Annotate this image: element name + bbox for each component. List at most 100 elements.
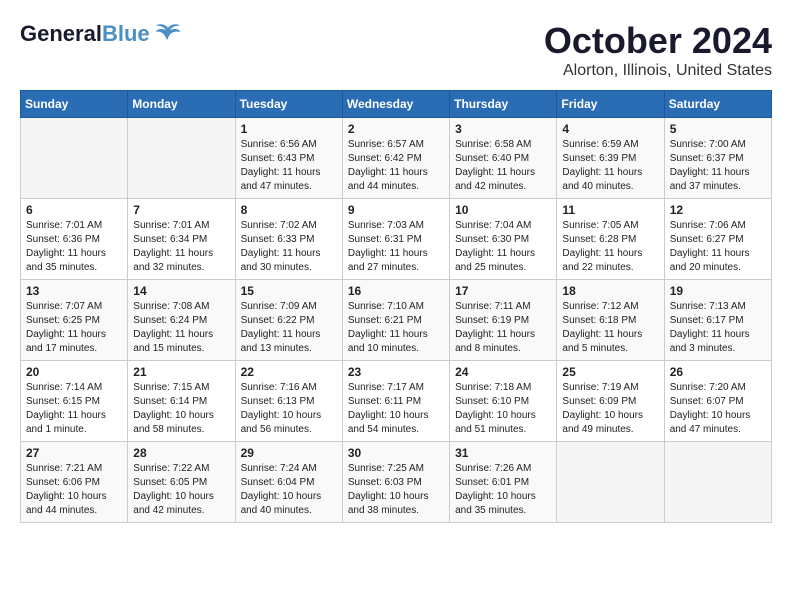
day-info: Sunrise: 7:26 AMSunset: 6:01 PMDaylight:… — [455, 462, 551, 518]
day-number: 31 — [455, 446, 551, 460]
calendar-cell: 27 Sunrise: 7:21 AMSunset: 6:06 PMDayligh… — [21, 442, 128, 523]
day-number: 12 — [670, 203, 766, 217]
calendar-cell: 2 Sunrise: 6:57 AMSunset: 6:42 PMDaylight… — [342, 118, 449, 199]
calendar-cell: 8 Sunrise: 7:02 AMSunset: 6:33 PMDaylight… — [235, 199, 342, 280]
day-number: 11 — [562, 203, 658, 217]
calendar-cell: 9 Sunrise: 7:03 AMSunset: 6:31 PMDaylight… — [342, 199, 449, 280]
day-info: Sunrise: 7:06 AMSunset: 6:27 PMDaylight:… — [670, 219, 766, 275]
day-header-wednesday: Wednesday — [342, 91, 449, 118]
day-header-saturday: Saturday — [664, 91, 771, 118]
day-number: 16 — [348, 284, 444, 298]
day-info: Sunrise: 7:07 AMSunset: 6:25 PMDaylight:… — [26, 300, 122, 356]
day-number: 27 — [26, 446, 122, 460]
calendar-week-row: 27 Sunrise: 7:21 AMSunset: 6:06 PMDayligh… — [21, 442, 772, 523]
day-number: 18 — [562, 284, 658, 298]
month-title: October 2024 — [544, 20, 772, 62]
calendar-week-row: 20 Sunrise: 7:14 AMSunset: 6:15 PMDayligh… — [21, 361, 772, 442]
day-number: 14 — [133, 284, 229, 298]
calendar-table: SundayMondayTuesdayWednesdayThursdayFrid… — [20, 90, 772, 523]
title-area: October 2024 Alorton, Illinois, United S… — [544, 20, 772, 80]
day-number: 9 — [348, 203, 444, 217]
calendar-cell: 3 Sunrise: 6:58 AMSunset: 6:40 PMDaylight… — [450, 118, 557, 199]
calendar-cell: 13 Sunrise: 7:07 AMSunset: 6:25 PMDayligh… — [21, 280, 128, 361]
day-info: Sunrise: 7:14 AMSunset: 6:15 PMDaylight:… — [26, 381, 122, 437]
day-number: 23 — [348, 365, 444, 379]
day-number: 22 — [241, 365, 337, 379]
day-header-tuesday: Tuesday — [235, 91, 342, 118]
day-number: 5 — [670, 122, 766, 136]
logo-blue: Blue — [102, 21, 150, 46]
day-number: 17 — [455, 284, 551, 298]
calendar-cell: 5Sunrise: 7:00 AMSunset: 6:37 PMDaylight… — [664, 118, 771, 199]
day-info: Sunrise: 7:01 AMSunset: 6:34 PMDaylight:… — [133, 219, 229, 275]
day-number: 30 — [348, 446, 444, 460]
calendar-cell: 29Sunrise: 7:24 AMSunset: 6:04 PMDayligh… — [235, 442, 342, 523]
day-number: 15 — [241, 284, 337, 298]
day-number: 10 — [455, 203, 551, 217]
calendar-cell — [557, 442, 664, 523]
calendar-cell: 11Sunrise: 7:05 AMSunset: 6:28 PMDayligh… — [557, 199, 664, 280]
day-info: Sunrise: 7:08 AMSunset: 6:24 PMDaylight:… — [133, 300, 229, 356]
calendar-cell: 15Sunrise: 7:09 AMSunset: 6:22 PMDayligh… — [235, 280, 342, 361]
day-number: 3 — [455, 122, 551, 136]
day-number: 2 — [348, 122, 444, 136]
calendar-week-row: 13 Sunrise: 7:07 AMSunset: 6:25 PMDayligh… — [21, 280, 772, 361]
day-info: Sunrise: 7:21 AMSunset: 6:06 PMDaylight:… — [26, 462, 122, 518]
day-number: 8 — [241, 203, 337, 217]
calendar-cell: 6Sunrise: 7:01 AMSunset: 6:36 PMDaylight… — [21, 199, 128, 280]
calendar-cell: 21 Sunrise: 7:15 AMSunset: 6:14 PMDayligh… — [128, 361, 235, 442]
calendar-cell: 7Sunrise: 7:01 AMSunset: 6:34 PMDaylight… — [128, 199, 235, 280]
day-number: 24 — [455, 365, 551, 379]
day-info: Sunrise: 7:12 AMSunset: 6:18 PMDaylight:… — [562, 300, 658, 356]
calendar-cell — [664, 442, 771, 523]
day-info: Sunrise: 6:56 AMSunset: 6:43 PMDaylight:… — [241, 138, 337, 194]
calendar-cell: 14 Sunrise: 7:08 AMSunset: 6:24 PMDayligh… — [128, 280, 235, 361]
day-number: 28 — [133, 446, 229, 460]
day-number: 13 — [26, 284, 122, 298]
day-info: Sunrise: 7:15 AMSunset: 6:14 PMDaylight:… — [133, 381, 229, 437]
calendar-cell: 1Sunrise: 6:56 AMSunset: 6:43 PMDaylight… — [235, 118, 342, 199]
day-header-sunday: Sunday — [21, 91, 128, 118]
day-number: 21 — [133, 365, 229, 379]
header: GeneralBlue October 2024 Alorton, Illino… — [20, 20, 772, 80]
logo-general: General — [20, 21, 102, 46]
day-info: Sunrise: 6:58 AMSunset: 6:40 PMDaylight:… — [455, 138, 551, 194]
day-info: Sunrise: 7:02 AMSunset: 6:33 PMDaylight:… — [241, 219, 337, 275]
day-info: Sunrise: 7:17 AMSunset: 6:11 PMDaylight:… — [348, 381, 444, 437]
day-info: Sunrise: 7:25 AMSunset: 6:03 PMDaylight:… — [348, 462, 444, 518]
calendar-cell: 16Sunrise: 7:10 AMSunset: 6:21 PMDayligh… — [342, 280, 449, 361]
day-info: Sunrise: 7:18 AMSunset: 6:10 PMDaylight:… — [455, 381, 551, 437]
calendar-cell — [128, 118, 235, 199]
calendar-cell: 12 Sunrise: 7:06 AMSunset: 6:27 PMDayligh… — [664, 199, 771, 280]
calendar-header-row: SundayMondayTuesdayWednesdayThursdayFrid… — [21, 91, 772, 118]
day-info: Sunrise: 7:03 AMSunset: 6:31 PMDaylight:… — [348, 219, 444, 275]
location-title: Alorton, Illinois, United States — [544, 62, 772, 80]
calendar-cell: 19 Sunrise: 7:13 AMSunset: 6:17 PMDayligh… — [664, 280, 771, 361]
calendar-cell: 24 Sunrise: 7:18 AMSunset: 6:10 PMDayligh… — [450, 361, 557, 442]
calendar-cell: 4Sunrise: 6:59 AMSunset: 6:39 PMDaylight… — [557, 118, 664, 199]
day-number: 19 — [670, 284, 766, 298]
day-header-thursday: Thursday — [450, 91, 557, 118]
calendar-cell: 30 Sunrise: 7:25 AMSunset: 6:03 PMDayligh… — [342, 442, 449, 523]
day-number: 29 — [241, 446, 337, 460]
day-info: Sunrise: 7:11 AMSunset: 6:19 PMDaylight:… — [455, 300, 551, 356]
calendar-cell: 20 Sunrise: 7:14 AMSunset: 6:15 PMDayligh… — [21, 361, 128, 442]
day-number: 20 — [26, 365, 122, 379]
day-info: Sunrise: 7:20 AMSunset: 6:07 PMDaylight:… — [670, 381, 766, 437]
calendar-cell: 31 Sunrise: 7:26 AMSunset: 6:01 PMDayligh… — [450, 442, 557, 523]
day-info: Sunrise: 6:57 AMSunset: 6:42 PMDaylight:… — [348, 138, 444, 194]
day-number: 26 — [670, 365, 766, 379]
day-info: Sunrise: 7:22 AMSunset: 6:05 PMDaylight:… — [133, 462, 229, 518]
calendar-week-row: 6Sunrise: 7:01 AMSunset: 6:36 PMDaylight… — [21, 199, 772, 280]
day-info: Sunrise: 7:19 AMSunset: 6:09 PMDaylight:… — [562, 381, 658, 437]
day-info: Sunrise: 7:13 AMSunset: 6:17 PMDaylight:… — [670, 300, 766, 356]
day-info: Sunrise: 7:04 AMSunset: 6:30 PMDaylight:… — [455, 219, 551, 275]
day-info: Sunrise: 7:01 AMSunset: 6:36 PMDaylight:… — [26, 219, 122, 275]
calendar-cell: 23 Sunrise: 7:17 AMSunset: 6:11 PMDayligh… — [342, 361, 449, 442]
logo-bird-icon — [154, 20, 182, 48]
calendar-cell: 22Sunrise: 7:16 AMSunset: 6:13 PMDayligh… — [235, 361, 342, 442]
logo: GeneralBlue — [20, 20, 182, 48]
calendar-week-row: 1Sunrise: 6:56 AMSunset: 6:43 PMDaylight… — [21, 118, 772, 199]
day-number: 25 — [562, 365, 658, 379]
day-header-friday: Friday — [557, 91, 664, 118]
